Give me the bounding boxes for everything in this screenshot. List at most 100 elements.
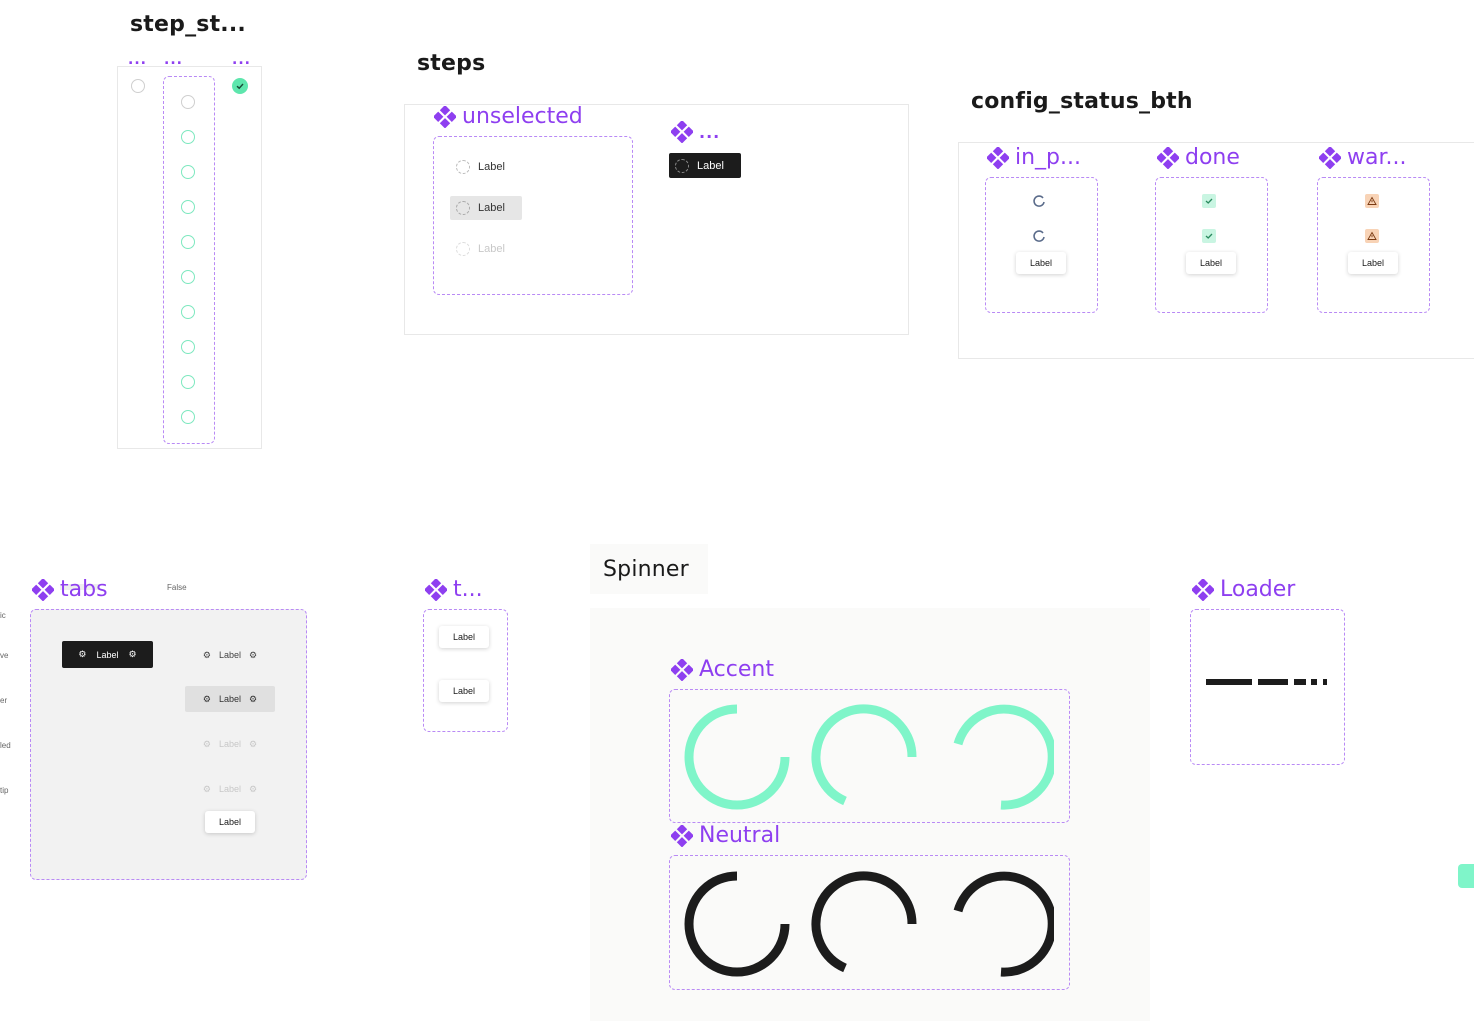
component-icon [32, 578, 54, 601]
step-circle-icon [181, 200, 195, 214]
spinner-neutral-icon [953, 871, 1054, 977]
tooltip-bottom: Label [439, 680, 489, 702]
variant-label: in_p... [1015, 145, 1081, 170]
accent-component-title: Accent [671, 657, 774, 682]
step-circle-icon [181, 305, 195, 319]
neutral-component-title: Neutral [671, 823, 780, 848]
component-icon [434, 105, 456, 128]
tab-label: Label [218, 784, 242, 794]
tab-label: Label [96, 649, 119, 660]
status-label-card: Label [1186, 252, 1236, 274]
tab-label: Label [218, 694, 242, 704]
component-icon [1157, 146, 1179, 169]
tab-icon: ⚙ [202, 783, 211, 794]
unselected-label: unselected [462, 104, 583, 129]
config-status-title: config_status_bth [971, 89, 1193, 114]
step-circle-icon [456, 160, 470, 174]
tab-label: Label [218, 650, 242, 660]
status-label-card: Label [1016, 252, 1066, 274]
unselected-component-title: unselected [434, 104, 583, 129]
tabs-variants: ⚙ Label ⚙ ⚙ Label ⚙ ⚙ Label ⚙ ⚙ Label ⚙ ⚙ Label ⚙ … [30, 609, 307, 880]
step-circle-icon [181, 235, 195, 249]
step-item-label: Label [478, 161, 505, 173]
spinner-accent-icon [953, 704, 1054, 810]
tab-with-tooltip[interactable]: ⚙ Label ⚙ [185, 777, 275, 801]
tooltip-top: Label [439, 626, 489, 648]
spinner-accent-icon [811, 704, 917, 806]
spinner-icon [1033, 195, 1045, 207]
tooltip-label: t... [453, 577, 483, 602]
row-label: ic [0, 611, 6, 620]
tab-icon: ⚙ [249, 738, 258, 749]
row-label: led [0, 741, 11, 750]
step-item-selected[interactable]: Label [669, 153, 741, 178]
row-label: tip [0, 786, 9, 795]
tab-active[interactable]: ⚙ Label ⚙ [62, 641, 153, 668]
loader-variants [1190, 609, 1345, 765]
component-icon [1319, 146, 1341, 169]
check-icon [1202, 194, 1216, 208]
accent-spinners [669, 689, 1070, 823]
spinner-frame-title: Spinner [590, 544, 708, 594]
step-circle-icon [456, 201, 470, 215]
neutral-spinners [669, 855, 1070, 990]
tooltip-component-title: t... [425, 577, 483, 602]
step-circle-icon [181, 165, 195, 179]
tabs-header-value: False [167, 583, 187, 592]
step-item-disabled: Label [450, 239, 511, 259]
tab-icon: ⚙ [202, 738, 211, 749]
spinner-neutral-icon [684, 871, 790, 977]
tab-icon: ⚙ [202, 693, 211, 704]
spinner-neutral-icon [811, 871, 917, 973]
tab-disabled: ⚙ Label ⚙ [185, 732, 275, 756]
variant-label: done [1185, 145, 1240, 170]
warning-component-title: war... [1319, 145, 1406, 170]
component-icon [671, 658, 693, 681]
steps-title: steps [417, 51, 486, 76]
step-unchecked-icon [131, 79, 145, 93]
loader-label: Loader [1220, 577, 1296, 602]
selected-component-title: ... [671, 121, 720, 143]
step-circle-icon [181, 130, 195, 144]
tab-icon: ⚙ [249, 783, 258, 794]
step-item-hover[interactable]: Label [450, 196, 522, 220]
step-item-label: Label [478, 202, 505, 214]
tab-icon: ⚙ [249, 649, 258, 660]
done-variants: Label [1155, 177, 1268, 313]
check-icon [1202, 229, 1216, 243]
tab-tooltip: Label [205, 811, 255, 833]
component-icon [1192, 578, 1214, 601]
plugin-widget-button[interactable] [1458, 864, 1474, 888]
warning-icon [1365, 229, 1379, 243]
step-item-label: Label [478, 243, 505, 255]
neutral-label: Neutral [699, 823, 781, 848]
loader-dash [1323, 679, 1327, 685]
loader-dash [1206, 679, 1252, 685]
warning-variants: Label [1317, 177, 1430, 313]
component-icon [671, 121, 693, 143]
component-icon [425, 578, 447, 601]
warning-icon [1365, 194, 1379, 208]
tab-default[interactable]: ⚙ Label ⚙ [185, 643, 275, 667]
row-label: er [0, 696, 8, 705]
step-item[interactable]: Label [450, 157, 511, 177]
step-done-icon [232, 78, 248, 94]
selected-label: ... [699, 122, 721, 142]
tooltip-variants: Label Label [423, 609, 508, 732]
tab-icon: ⚙ [128, 649, 137, 659]
in-progress-component-title: in_p... [987, 145, 1081, 170]
spinner-icon [1033, 230, 1045, 242]
unselected-variants: Label Label Label [433, 136, 633, 295]
tab-hover[interactable]: ⚙ Label ⚙ [185, 686, 275, 712]
row-label: ve [0, 651, 9, 660]
in-progress-variants: Label [985, 177, 1098, 313]
step-circle-icon [675, 158, 689, 173]
variant-label: war... [1347, 145, 1407, 170]
component-icon [987, 146, 1009, 169]
tabs-label: tabs [60, 577, 108, 602]
tabs-component-title: tabs [32, 577, 108, 602]
loader-dash [1311, 679, 1317, 685]
step-variants-set [163, 76, 215, 444]
component-icon [671, 824, 693, 847]
step-circle-icon [181, 340, 195, 354]
